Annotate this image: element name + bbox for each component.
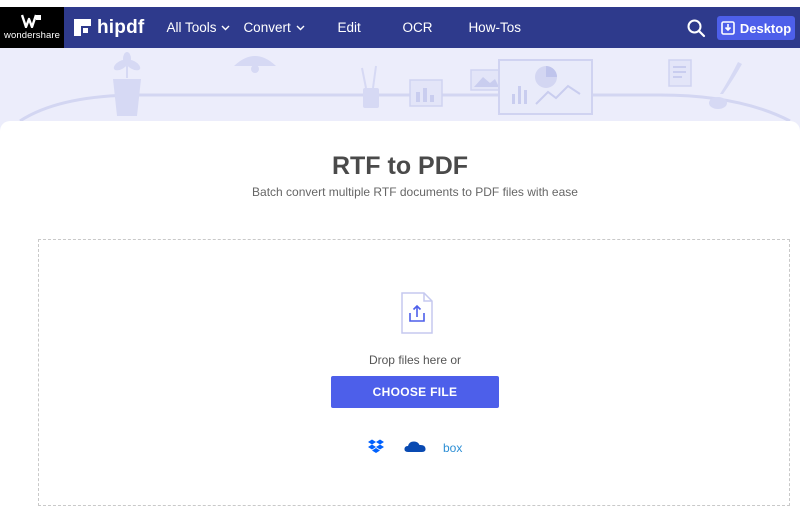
desktop-download-button[interactable]: Desktop xyxy=(717,16,795,40)
picture-icon xyxy=(470,69,502,91)
nav-how-tos-label: How-Tos xyxy=(468,20,521,35)
choose-file-button[interactable]: CHOOSE FILE xyxy=(331,376,499,408)
nav-edit-label: Edit xyxy=(337,20,361,35)
chevron-down-icon xyxy=(221,25,230,30)
dropbox-icon[interactable] xyxy=(368,439,384,454)
file-dropzone[interactable]: Drop files here or CHOOSE FILE box xyxy=(38,239,790,506)
pencil-cup-icon xyxy=(361,65,379,108)
lamp-icon xyxy=(234,56,276,73)
nav-all-tools[interactable]: All Tools xyxy=(166,7,243,48)
chart-board-icon xyxy=(409,79,443,107)
top-navbar: wondershare hipdf All Tools Convert Edit… xyxy=(0,7,800,48)
chevron-down-icon xyxy=(296,25,305,30)
page-title: RTF to PDF xyxy=(331,152,469,180)
plant-icon xyxy=(113,52,141,116)
document-icon xyxy=(668,59,692,87)
search-icon xyxy=(687,19,706,38)
brand-name: hipdf xyxy=(97,16,145,38)
nav-convert-label: Convert xyxy=(243,20,291,35)
nav-edit[interactable]: Edit xyxy=(337,7,397,48)
wondershare-mark-icon xyxy=(21,14,41,28)
box-icon[interactable]: box xyxy=(443,441,462,455)
converter-card: RTF to PDF Batch convert multiple RTF do… xyxy=(0,121,800,513)
main-nav: All Tools Convert Edit OCR How-Tos xyxy=(166,7,521,48)
nav-ocr[interactable]: OCR xyxy=(402,7,463,48)
nav-all-tools-label: All Tools xyxy=(166,20,217,35)
hipdf-logo[interactable]: hipdf xyxy=(74,17,144,39)
nav-convert[interactable]: Convert xyxy=(243,7,317,48)
search-button[interactable] xyxy=(686,18,706,38)
nav-how-tos[interactable]: How-Tos xyxy=(468,7,521,48)
wondershare-logo[interactable]: wondershare xyxy=(0,7,64,48)
drop-files-text: Drop files here or xyxy=(368,353,462,367)
download-icon xyxy=(721,21,735,35)
dashboard-board-icon xyxy=(498,59,593,115)
upload-file-icon xyxy=(401,292,433,334)
nav-ocr-label: OCR xyxy=(402,20,433,35)
page-subtitle: Batch convert multiple RTF documents to … xyxy=(252,185,578,199)
hipdf-mark-icon xyxy=(74,19,91,36)
desktop-label: Desktop xyxy=(739,20,792,36)
onedrive-icon[interactable] xyxy=(404,439,426,453)
wondershare-label: wondershare xyxy=(3,30,61,41)
